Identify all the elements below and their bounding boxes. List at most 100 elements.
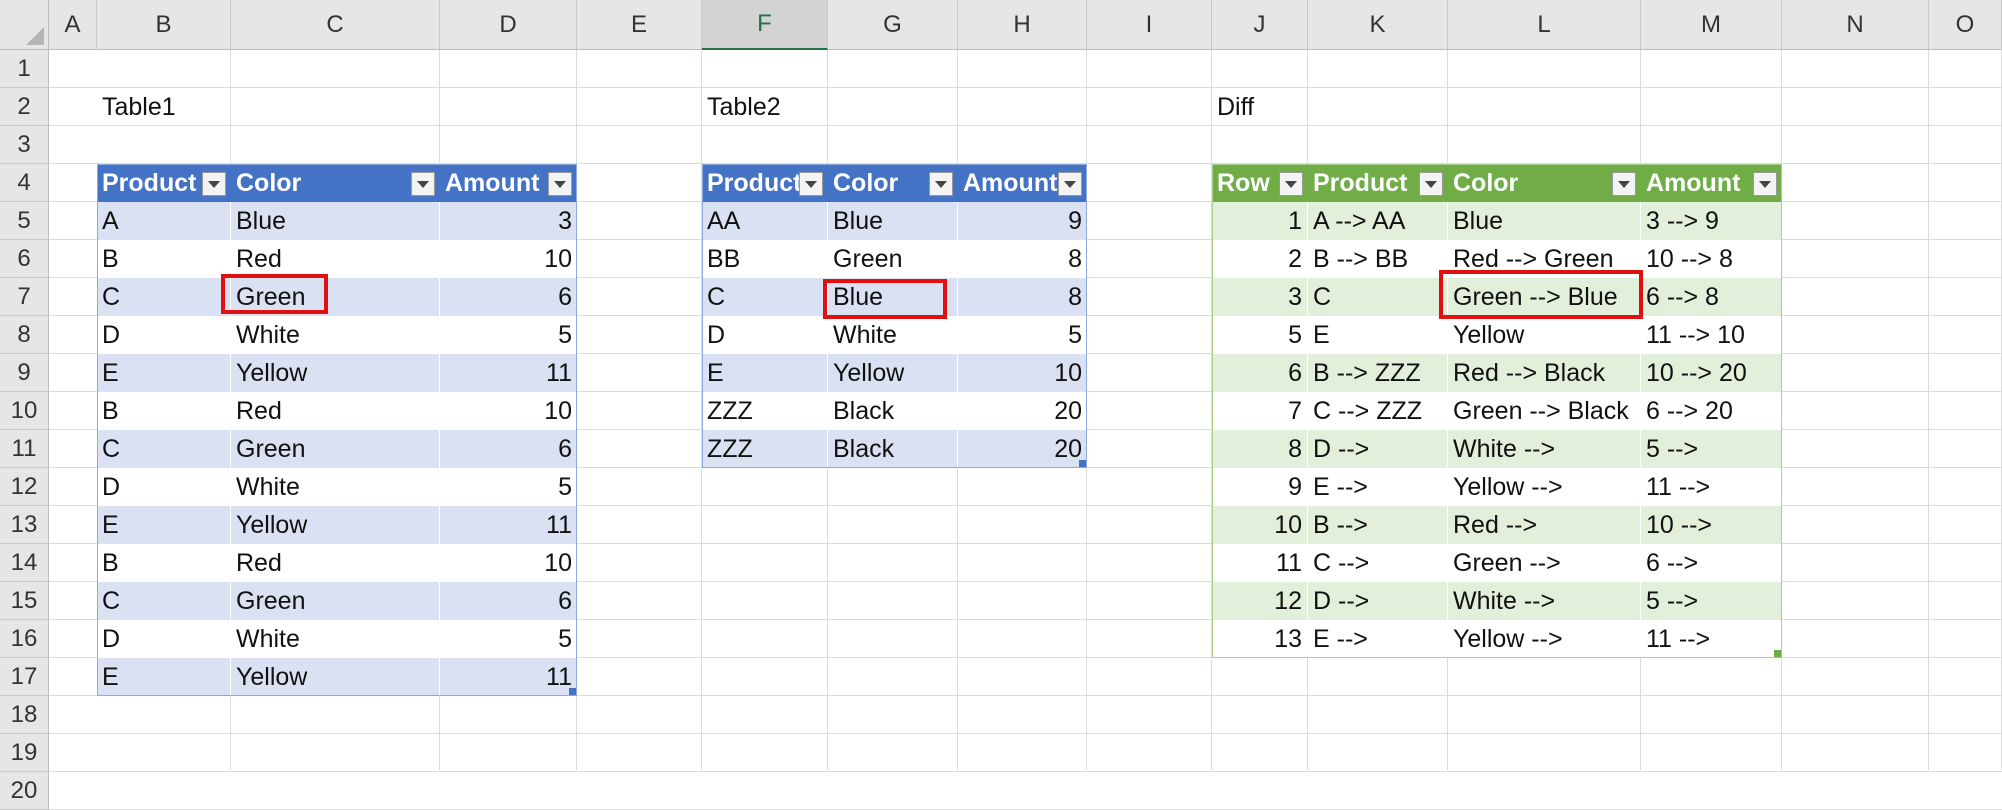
table3-cell[interactable]: 2: [1212, 240, 1308, 278]
table3-cell[interactable]: 7: [1212, 392, 1308, 430]
table2-cell[interactable]: ZZZ: [702, 392, 828, 430]
table3-cell[interactable]: 10 --> 20: [1641, 354, 1782, 392]
table1-cell[interactable]: C: [97, 278, 231, 316]
table1-cell[interactable]: 6: [440, 430, 577, 468]
table3-filter-dropdown-icon[interactable]: [1753, 172, 1777, 196]
table1-cell[interactable]: 10: [440, 392, 577, 430]
table1-cell[interactable]: Red: [231, 392, 440, 430]
table1-cell[interactable]: Red: [231, 544, 440, 582]
table2-filter-dropdown-icon[interactable]: [1058, 172, 1082, 196]
table3-cell[interactable]: B --> ZZZ: [1308, 354, 1448, 392]
table3-cell[interactable]: C: [1308, 278, 1448, 316]
table3-cell[interactable]: A --> AA: [1308, 202, 1448, 240]
table3-cell[interactable]: 9: [1212, 468, 1308, 506]
table3-cell[interactable]: 6: [1212, 354, 1308, 392]
table1-cell[interactable]: Blue: [231, 202, 440, 240]
table3-cell[interactable]: D -->: [1308, 430, 1448, 468]
column-header-b[interactable]: B: [97, 0, 231, 50]
table1-filter-dropdown-icon[interactable]: [548, 172, 572, 196]
table3-cell[interactable]: 11 -->: [1641, 468, 1782, 506]
table1-cell[interactable]: A: [97, 202, 231, 240]
table1-title[interactable]: Table1: [97, 88, 397, 126]
table2-cell[interactable]: ZZZ: [702, 430, 828, 468]
table3-cell[interactable]: 6 -->: [1641, 544, 1782, 582]
row-header-3[interactable]: 3: [0, 126, 49, 164]
table1-filter-dropdown-icon[interactable]: [411, 172, 435, 196]
table2-cell[interactable]: D: [702, 316, 828, 354]
table2-resize-handle-icon[interactable]: [1079, 460, 1086, 467]
column-header-c[interactable]: C: [231, 0, 440, 50]
table1-cell[interactable]: D: [97, 468, 231, 506]
table2-cell[interactable]: 10: [958, 354, 1087, 392]
table3-filter-dropdown-icon[interactable]: [1279, 172, 1303, 196]
table3-cell[interactable]: 6 --> 20: [1641, 392, 1782, 430]
row-header-12[interactable]: 12: [0, 468, 49, 506]
table2-cell[interactable]: C: [702, 278, 828, 316]
table1-cell[interactable]: C: [97, 430, 231, 468]
table2-cell[interactable]: White: [828, 316, 958, 354]
table3-cell[interactable]: 3 --> 9: [1641, 202, 1782, 240]
table1-cell[interactable]: B: [97, 392, 231, 430]
row-header-5[interactable]: 5: [0, 202, 49, 240]
table1-cell[interactable]: White: [231, 620, 440, 658]
table1-cell[interactable]: White: [231, 468, 440, 506]
table3-cell[interactable]: 11: [1212, 544, 1308, 582]
table3-cell[interactable]: 8: [1212, 430, 1308, 468]
table3-cell[interactable]: 10 -->: [1641, 506, 1782, 544]
table2-filter-dropdown-icon[interactable]: [799, 172, 823, 196]
table3-cell[interactable]: C --> ZZZ: [1308, 392, 1448, 430]
table1-cell[interactable]: 5: [440, 468, 577, 506]
row-header-7[interactable]: 7: [0, 278, 49, 316]
table1-resize-handle-icon[interactable]: [569, 688, 576, 695]
table3-cell[interactable]: Yellow -->: [1448, 620, 1641, 658]
table1-cell[interactable]: D: [97, 316, 231, 354]
column-header-e[interactable]: E: [577, 0, 702, 50]
table3-cell[interactable]: 5 -->: [1641, 430, 1782, 468]
table2-cell[interactable]: BB: [702, 240, 828, 278]
table1-cell[interactable]: Red: [231, 240, 440, 278]
table3-cell[interactable]: Green --> Black: [1448, 392, 1641, 430]
table3-cell[interactable]: E -->: [1308, 468, 1448, 506]
table3-filter-dropdown-icon[interactable]: [1612, 172, 1636, 196]
table3-cell[interactable]: Blue: [1448, 202, 1641, 240]
table2-title[interactable]: Table2: [702, 88, 1002, 126]
table3-cell[interactable]: 11 -->: [1641, 620, 1782, 658]
table1-cell[interactable]: 10: [440, 240, 577, 278]
table3-resize-handle-icon[interactable]: [1774, 650, 1781, 657]
table1-cell[interactable]: B: [97, 240, 231, 278]
table3-cell[interactable]: White -->: [1448, 430, 1641, 468]
row-header-20[interactable]: 20: [0, 772, 49, 810]
table1-cell[interactable]: Yellow: [231, 506, 440, 544]
table3-cell[interactable]: E: [1308, 316, 1448, 354]
table3-cell[interactable]: 5 -->: [1641, 582, 1782, 620]
row-header-16[interactable]: 16: [0, 620, 49, 658]
table2-filter-dropdown-icon[interactable]: [929, 172, 953, 196]
table1-cell[interactable]: C: [97, 582, 231, 620]
column-header-g[interactable]: G: [828, 0, 958, 50]
table3-cell[interactable]: 10 --> 8: [1641, 240, 1782, 278]
row-header-19[interactable]: 19: [0, 734, 49, 772]
row-header-15[interactable]: 15: [0, 582, 49, 620]
table2-cell[interactable]: 8: [958, 278, 1087, 316]
table1-cell[interactable]: Yellow: [231, 658, 440, 696]
table1-filter-dropdown-icon[interactable]: [202, 172, 226, 196]
table3-cell[interactable]: B -->: [1308, 506, 1448, 544]
table1-cell[interactable]: E: [97, 658, 231, 696]
table3-cell[interactable]: D -->: [1308, 582, 1448, 620]
row-header-8[interactable]: 8: [0, 316, 49, 354]
table3-cell[interactable]: 3: [1212, 278, 1308, 316]
table2-cell[interactable]: 20: [958, 392, 1087, 430]
table3-cell[interactable]: Yellow: [1448, 316, 1641, 354]
row-header-18[interactable]: 18: [0, 696, 49, 734]
table1-cell[interactable]: White: [231, 316, 440, 354]
table1-cell[interactable]: 10: [440, 544, 577, 582]
table3-cell[interactable]: 6 --> 8: [1641, 278, 1782, 316]
column-header-o[interactable]: O: [1929, 0, 2002, 50]
table3-cell[interactable]: C -->: [1308, 544, 1448, 582]
table3-cell[interactable]: White -->: [1448, 582, 1641, 620]
table1-cell[interactable]: 11: [440, 506, 577, 544]
column-header-m[interactable]: M: [1641, 0, 1782, 50]
table2-cell[interactable]: Green: [828, 240, 958, 278]
table3-cell[interactable]: B --> BB: [1308, 240, 1448, 278]
table3-cell[interactable]: 5: [1212, 316, 1308, 354]
